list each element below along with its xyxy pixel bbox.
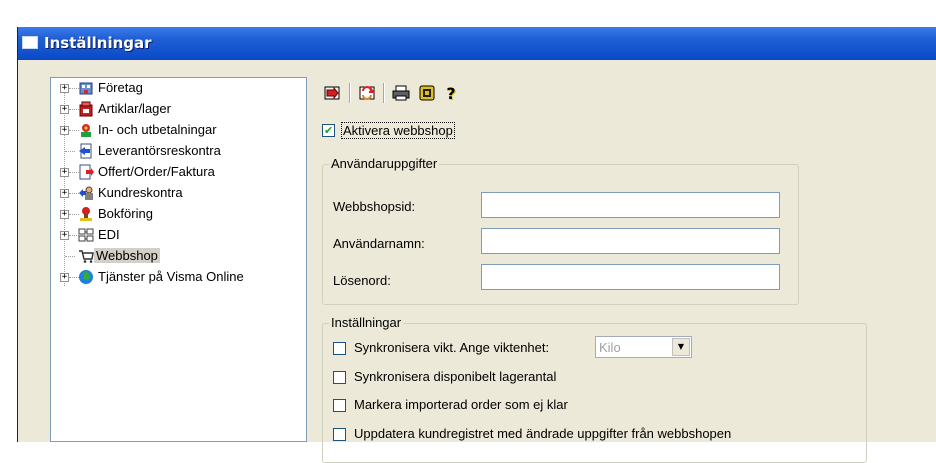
username-label: Användarnamn: — [333, 236, 425, 251]
update-customers-checkbox[interactable] — [333, 428, 346, 441]
tree-item-customer-ledger[interactable]: Kundreskontra — [96, 185, 185, 200]
weight-unit-value: Kilo — [599, 340, 621, 355]
expand-invoice-toggle[interactable]: + — [60, 168, 69, 177]
password-label: Lösenord: — [333, 273, 391, 288]
tree-item-payments[interactable]: In- och utbetalningar — [96, 122, 219, 137]
print-icon — [392, 85, 410, 101]
toolbar-separator — [383, 83, 385, 103]
shop-id-field[interactable] — [481, 192, 780, 218]
tree-item-edi[interactable]: EDI — [96, 227, 122, 242]
globe-icon — [79, 270, 93, 284]
sync-icon — [359, 85, 375, 100]
tree-item-services[interactable]: Tjänster på Visma Online — [96, 269, 246, 284]
sync-weight-checkbox[interactable] — [333, 342, 346, 355]
expand-accounting-toggle[interactable]: + — [60, 210, 69, 219]
customer-ledger-icon — [79, 186, 93, 200]
import-button[interactable] — [323, 83, 343, 103]
supplier-ledger-icon — [79, 143, 92, 159]
invoice-icon — [79, 164, 94, 180]
expand-edi-toggle[interactable]: + — [60, 231, 69, 240]
sync-weight-label: Synkronisera vikt. Ange viktenhet: — [354, 340, 550, 355]
weight-unit-select[interactable]: Kilo ▼ — [595, 336, 692, 358]
tree-item-foretag[interactable]: Företag — [96, 80, 145, 95]
info-button[interactable] — [417, 83, 437, 103]
tree-item-artiklar[interactable]: Artiklar/lager — [96, 101, 173, 116]
edi-icon — [78, 228, 94, 242]
title-bar[interactable]: Inställningar — [18, 27, 936, 60]
tree-item-accounting[interactable]: Bokföring — [96, 206, 155, 221]
sync-stock-checkbox[interactable] — [333, 371, 346, 384]
shop-id-label: Webbshopsid: — [333, 199, 416, 214]
company-icon — [79, 82, 93, 95]
settings-group: Inställningar Synkronisera vikt. Ange vi… — [322, 315, 867, 463]
print-button[interactable] — [391, 83, 411, 103]
tree-item-invoice[interactable]: Offert/Order/Faktura — [96, 164, 217, 179]
mark-order-label: Markera importerad order som ej klar — [354, 397, 568, 412]
articles-icon — [79, 101, 93, 117]
sync-button[interactable] — [357, 83, 377, 103]
cart-icon — [79, 250, 94, 263]
import-icon — [324, 86, 340, 100]
expand-customer-ledger-toggle[interactable]: + — [60, 189, 69, 198]
username-field[interactable] — [481, 228, 780, 254]
credentials-group: Användaruppgifter Webbshopsid: Användarn… — [322, 156, 799, 305]
help-icon[interactable]: ? — [441, 83, 461, 103]
credentials-group-title: Användaruppgifter — [329, 156, 440, 171]
settings-tree[interactable]: + Företag + Artiklar/lager + In- och utb… — [50, 77, 307, 442]
toolbar-separator — [349, 83, 351, 103]
expand-artiklar-toggle[interactable]: + — [60, 105, 69, 114]
update-customers-label: Uppdatera kundregistret med ändrade uppg… — [354, 426, 732, 441]
checkmark-icon: ✔ — [324, 124, 334, 137]
settings-group-title: Inställningar — [329, 315, 404, 330]
tree-line — [65, 256, 75, 257]
mark-order-checkbox[interactable] — [333, 399, 346, 412]
tree-item-supplier-ledger[interactable]: Leverantörsreskontra — [96, 143, 223, 158]
payments-icon — [81, 124, 91, 137]
expand-services-toggle[interactable]: + — [60, 273, 69, 282]
webbshop-settings-panel: ? ✔ Aktivera webbshop Användaruppgifter … — [317, 77, 936, 463]
expand-foretag-toggle[interactable]: + — [60, 84, 69, 93]
chevron-down-icon[interactable]: ▼ — [672, 338, 690, 356]
expand-payments-toggle[interactable]: + — [60, 126, 69, 135]
tree-item-webbshop[interactable]: Webbshop — [94, 248, 160, 263]
password-field[interactable] — [481, 264, 780, 290]
window-icon — [22, 36, 38, 49]
window-title: Inställningar — [44, 34, 152, 52]
activate-webshop-label[interactable]: Aktivera webbshop — [341, 122, 455, 139]
info-icon — [419, 85, 435, 101]
tree-line — [65, 151, 75, 152]
sync-stock-label: Synkronisera disponibelt lagerantal — [354, 369, 557, 384]
activate-webshop-checkbox[interactable]: ✔ — [322, 124, 335, 137]
accounting-icon — [80, 207, 92, 221]
